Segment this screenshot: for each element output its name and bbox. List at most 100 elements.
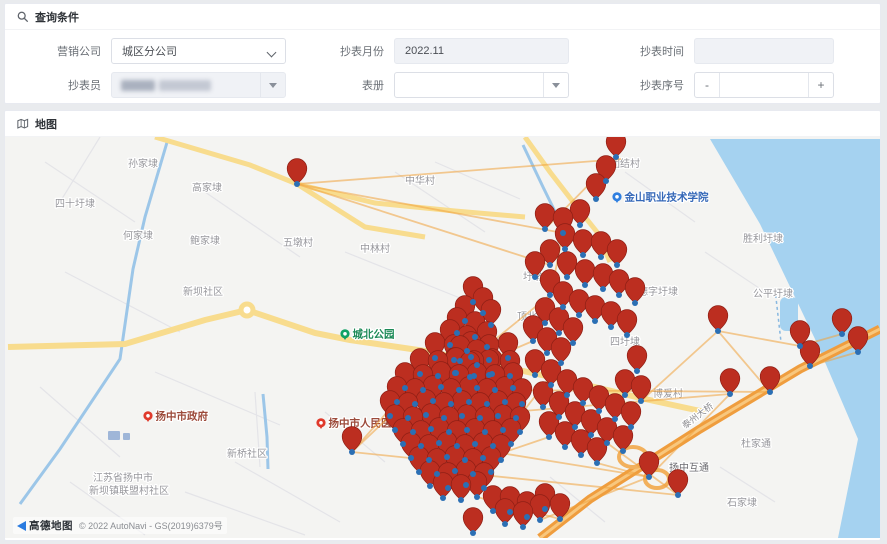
marker-anchor-dot xyxy=(542,226,548,232)
map-area-label: 石家埭 xyxy=(727,496,757,509)
register-book-caret[interactable] xyxy=(543,73,568,97)
map-marker[interactable] xyxy=(586,174,606,199)
map-poi[interactable]: 金山职业技术学院 xyxy=(612,191,709,204)
marker-anchor-dot xyxy=(427,483,433,489)
marker-anchor-dot xyxy=(463,482,469,488)
marker-anchor-dot xyxy=(467,374,473,380)
marker-anchor-dot xyxy=(547,292,553,298)
marker-anchor-dot xyxy=(470,471,476,477)
increment-button[interactable]: + xyxy=(808,73,833,97)
marker-anchor-dot xyxy=(580,400,586,406)
map-canvas[interactable]: 孙家埭四十圩埭高家埭何家埭鲍家埭五墩村中华村中林村团结村胜利圩埭公平圩埭德字圩埭… xyxy=(5,137,880,538)
marker-anchor-dot xyxy=(675,492,681,498)
marker-anchor-dot xyxy=(454,330,460,336)
map-area-label: 胜利圩埭 xyxy=(743,232,783,245)
marker-anchor-dot xyxy=(458,497,464,503)
map-section-panel: 地图 孙家埭四十圩埭高家埭何家埭鲍家埭五墩村中华村中 xyxy=(4,110,881,541)
marker-anchor-dot xyxy=(446,429,452,435)
marker-anchor-dot xyxy=(468,354,474,360)
meter-reader-caret[interactable] xyxy=(260,73,285,97)
map-panel-header: 地图 xyxy=(5,111,880,137)
marker-anchor-dot xyxy=(577,222,583,228)
map-marker[interactable] xyxy=(551,338,571,363)
marker-anchor-dot xyxy=(612,416,618,422)
reading-seq-stepper[interactable]: - + xyxy=(694,72,834,98)
map-viewport[interactable]: 孙家埭四十圩埭高家埭何家埭鲍家埭五墩村中华村中林村团结村胜利圩埭公平圩埭德字圩埭… xyxy=(5,137,880,538)
roundabout xyxy=(241,304,253,316)
marker-anchor-dot xyxy=(498,457,504,463)
marker-anchor-dot xyxy=(416,469,422,475)
marker-anchor-dot xyxy=(557,516,563,522)
marker-anchor-dot xyxy=(502,399,508,405)
meter-reader-label: 抄表员 xyxy=(15,77,101,93)
reading-month-input[interactable]: 2022.11 xyxy=(394,38,569,64)
marker-anchor-dot xyxy=(572,424,578,430)
marker-anchor-dot xyxy=(622,392,628,398)
marketing-company-select[interactable]: 城区分公司 xyxy=(111,38,286,64)
meter-reader-select[interactable] xyxy=(111,72,286,98)
map-poi[interactable]: 扬中市政府 xyxy=(143,410,208,423)
map-marker[interactable] xyxy=(575,260,595,285)
caret-down-icon xyxy=(552,83,560,88)
map-marker[interactable] xyxy=(627,346,647,371)
marker-anchor-dot xyxy=(524,514,530,520)
map-area-label: 中林村 xyxy=(360,242,390,255)
marker-anchor-dot xyxy=(546,434,552,440)
map-marker[interactable] xyxy=(573,230,593,255)
marker-anchor-dot xyxy=(488,322,494,328)
marker-anchor-dot xyxy=(598,254,604,260)
map-marker[interactable] xyxy=(463,508,483,533)
map-area-label: 何家埭 xyxy=(123,229,153,242)
map-marker[interactable] xyxy=(625,278,645,303)
marker-anchor-dot xyxy=(632,300,638,306)
marker-anchor-dot xyxy=(562,246,568,252)
map-marker[interactable] xyxy=(639,452,659,477)
marker-anchor-dot xyxy=(481,485,487,491)
marker-anchor-dot xyxy=(547,262,553,268)
marker-anchor-dot xyxy=(474,362,480,368)
decrement-button[interactable]: - xyxy=(695,73,720,97)
marker-anchor-dot xyxy=(505,355,511,361)
marker-anchor-dot xyxy=(472,334,478,340)
map-marker[interactable] xyxy=(557,252,577,277)
marker-anchor-dot xyxy=(558,360,564,366)
register-book-select[interactable] xyxy=(394,72,569,98)
marker-anchor-dot xyxy=(490,508,496,514)
marker-anchor-dot xyxy=(410,429,416,435)
marker-anchor-dot xyxy=(435,373,441,379)
map-marker[interactable] xyxy=(513,502,533,527)
marker-anchor-dot xyxy=(482,429,488,435)
marker-anchor-dot xyxy=(448,401,454,407)
marker-anchor-dot xyxy=(394,399,400,405)
map-marker[interactable] xyxy=(621,402,641,427)
query-panel-header: 查询条件 xyxy=(5,4,880,30)
map-marker[interactable] xyxy=(708,306,728,331)
map-poi-label: 金山职业技术学院 xyxy=(624,191,709,204)
marker-anchor-dot xyxy=(616,292,622,298)
marker-anchor-dot xyxy=(430,398,436,404)
marker-anchor-dot xyxy=(797,343,803,349)
marker-anchor-dot xyxy=(428,426,434,432)
marker-anchor-dot xyxy=(532,372,538,378)
marker-anchor-dot xyxy=(445,485,451,491)
marker-anchor-dot xyxy=(452,468,458,474)
marker-anchor-dot xyxy=(464,427,470,433)
building-icon xyxy=(108,431,130,440)
map-marker[interactable] xyxy=(535,204,555,229)
marker-anchor-dot xyxy=(444,454,450,460)
map-marker[interactable] xyxy=(587,438,607,463)
marker-anchor-dot xyxy=(474,385,480,391)
map-marker[interactable] xyxy=(720,369,740,394)
marker-anchor-dot xyxy=(603,178,609,184)
map-marker[interactable] xyxy=(617,310,637,335)
marker-anchor-dot xyxy=(434,471,440,477)
marker-anchor-dot xyxy=(614,262,620,268)
marker-anchor-dot xyxy=(459,413,465,419)
reading-time-input[interactable] xyxy=(694,38,834,64)
marker-anchor-dot xyxy=(387,413,393,419)
chevron-down-icon xyxy=(267,48,277,58)
map-marker[interactable] xyxy=(342,427,362,452)
reading-month-value: 2022.11 xyxy=(395,45,444,57)
map-marker[interactable] xyxy=(668,470,688,495)
marker-anchor-dot xyxy=(484,401,490,407)
